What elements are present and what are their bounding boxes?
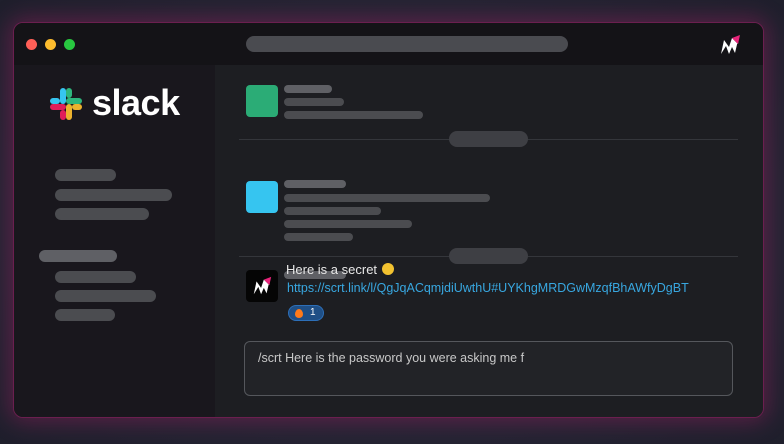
- reaction-count: 1: [310, 307, 316, 318]
- shushing-face-emoji-icon: [382, 263, 395, 275]
- message-line: [284, 207, 381, 215]
- message-line: [284, 194, 490, 202]
- date-pill[interactable]: [449, 131, 528, 147]
- app-window: slack Here is a secret https://scrt.link…: [13, 22, 764, 418]
- fire-emoji-icon: [295, 309, 303, 318]
- sidebar-item[interactable]: [55, 309, 115, 321]
- sidebar-item[interactable]: [55, 169, 116, 181]
- message-text: Here is a secret: [286, 262, 395, 277]
- sidebar: slack: [14, 65, 215, 417]
- m-logo-icon: [721, 35, 740, 54]
- sidebar-section-header[interactable]: [39, 250, 117, 262]
- user-avatar[interactable]: [246, 181, 278, 213]
- message-author: [284, 85, 332, 93]
- message-pane: Here is a secret https://scrt.link/l/QgJ…: [215, 65, 763, 417]
- message-line: [284, 111, 423, 119]
- message-body: Here is a secret: [286, 262, 378, 277]
- message-composer[interactable]: /scrt Here is the password you were aski…: [244, 341, 733, 396]
- date-pill[interactable]: [449, 248, 528, 264]
- brand-wordmark: slack: [92, 82, 180, 123]
- composer-input-text: /scrt Here is the password you were aski…: [258, 351, 525, 365]
- user-avatar[interactable]: [246, 270, 278, 302]
- reaction-fire[interactable]: 1: [288, 305, 324, 321]
- message-line: [284, 220, 412, 228]
- message-line: [284, 98, 344, 106]
- close-window-button[interactable]: [26, 39, 37, 50]
- m-logo-icon: [253, 276, 272, 295]
- secret-link[interactable]: https://scrt.link/l/QgJqACqmjdiUwthU#UYK…: [287, 281, 689, 295]
- message-line: [284, 233, 353, 241]
- title-bar: [14, 23, 763, 65]
- minimize-window-button[interactable]: [45, 39, 56, 50]
- user-avatar[interactable]: [246, 85, 278, 117]
- address-bar[interactable]: [246, 36, 568, 52]
- sidebar-item[interactable]: [55, 189, 172, 201]
- sidebar-item[interactable]: [55, 290, 156, 302]
- message-author: [284, 180, 346, 188]
- slack-hash-icon: [50, 88, 82, 120]
- sidebar-item[interactable]: [55, 208, 149, 220]
- maximize-window-button[interactable]: [64, 39, 75, 50]
- sidebar-item[interactable]: [55, 271, 136, 283]
